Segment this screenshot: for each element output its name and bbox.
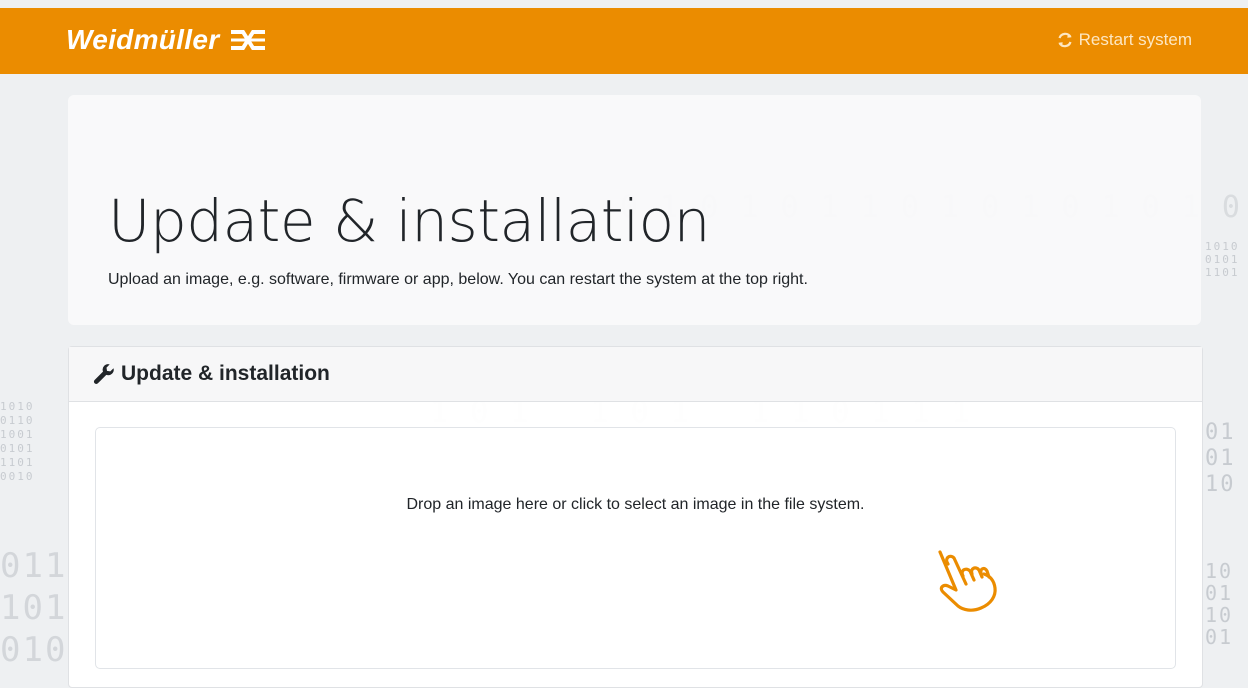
top-navbar: Weidmüller Restart system — [0, 8, 1248, 74]
card-header: Update & installation — [69, 347, 1202, 402]
weidmuller-logo-icon — [231, 30, 266, 50]
page-title: Update & installation — [108, 187, 710, 255]
intro-jumbotron: Update & installation Upload an image, e… — [68, 95, 1201, 325]
pointing-hand-icon — [938, 550, 997, 612]
brand-name: Weidmüller — [66, 24, 220, 55]
refresh-icon — [1058, 32, 1072, 48]
update-installation-card: Update & installation Drop an image here… — [68, 346, 1203, 688]
card-title: Update & installation — [121, 362, 330, 385]
brand-logo[interactable]: Weidmüller — [66, 22, 267, 58]
restart-system-button[interactable]: Restart system — [1056, 30, 1192, 50]
dropzone-message: Drop an image here or click to select an… — [406, 496, 865, 513]
restart-system-label: Restart system — [1078, 30, 1192, 49]
wrench-icon — [93, 364, 114, 384]
image-dropzone[interactable]: Drop an image here or click to select an… — [95, 427, 1176, 669]
page-description: Upload an image, e.g. software, firmware… — [108, 271, 808, 288]
